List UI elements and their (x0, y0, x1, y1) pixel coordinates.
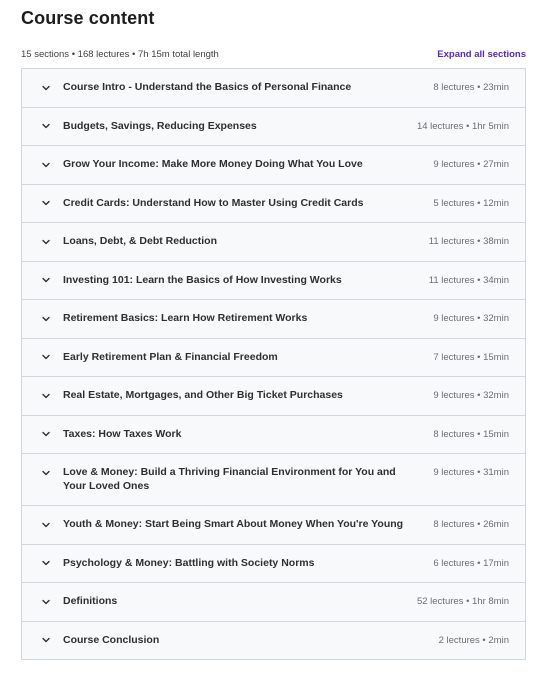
section-title: Definitions (63, 595, 118, 607)
section-title: Budgets, Savings, Reducing Expenses (63, 119, 257, 132)
chevron-down-icon (40, 274, 52, 287)
section-title: Love & Money: Build a Thriving Financial… (63, 466, 396, 492)
expand-all-sections-button[interactable]: Expand all sections (437, 49, 526, 60)
chevron-down-icon (40, 389, 52, 402)
chevron-down-icon (40, 466, 52, 479)
section-title: Psychology & Money: Battling with Societ… (63, 556, 315, 569)
chevron-down-icon (40, 595, 52, 608)
section-info: 8 lectures • 15min (433, 428, 509, 440)
section-info: 11 lectures • 34min (428, 274, 509, 286)
page-title: Course content (21, 8, 155, 28)
section-info: 9 lectures • 32min (433, 390, 509, 401)
section-title: Youth & Money: Start Being Smart About M… (63, 518, 404, 530)
chevron-down-icon (40, 428, 52, 441)
section-info: 14 lectures • 1hr 5min (416, 120, 509, 132)
section-info: 9 lectures • 27min (433, 159, 509, 170)
section-item-10[interactable]: Taxes: How Taxes Work 8 lectures • 15min (22, 415, 525, 454)
chevron-down-icon (40, 634, 52, 647)
section-info: 8 lectures • 23min (433, 82, 509, 93)
course-meta-row: 15 sections • 168 lectures • 7h 15m tota… (21, 45, 526, 63)
sections-list: Course Intro - Understand the Basics of … (21, 68, 526, 660)
section-item-4[interactable]: Credit Cards: Understand How to Master U… (22, 184, 525, 223)
section-info: 6 lectures • 17min (433, 557, 509, 569)
section-info: 9 lectures • 32min (433, 313, 509, 324)
section-info: 7 lectures • 15min (433, 351, 509, 363)
section-info: 2 lectures • 2min (438, 634, 509, 646)
section-title: Retirement Basics: Learn How Retirement … (63, 312, 308, 324)
section-item-8[interactable]: Early Retirement Plan & Financial Freedo… (22, 338, 525, 377)
section-item-14[interactable]: Definitions 52 lectures • 1hr 8min (22, 583, 525, 622)
chevron-down-icon (40, 81, 52, 94)
section-item-11[interactable]: Love & Money: Build a Thriving Financial… (22, 454, 525, 506)
section-item-13[interactable]: Psychology & Money: Battling with Societ… (22, 544, 525, 583)
section-title: Taxes: How Taxes Work (63, 427, 182, 440)
section-info: 11 lectures • 38min (428, 236, 509, 247)
section-info: 8 lectures • 26min (433, 519, 509, 530)
section-item-7[interactable]: Retirement Basics: Learn How Retirement … (22, 300, 525, 339)
chevron-down-icon (40, 557, 52, 570)
section-item-1[interactable]: Course Intro - Understand the Basics of … (22, 69, 525, 108)
section-item-15[interactable]: Course Conclusion 2 lectures • 2min (22, 621, 525, 660)
course-content-panel: Course content 15 sections • 168 lecture… (0, 0, 526, 660)
chevron-down-icon (40, 518, 52, 531)
section-info: 9 lectures • 31min (433, 467, 509, 478)
chevron-down-icon (40, 158, 52, 171)
section-item-9[interactable]: Real Estate, Mortgages, and Other Big Ti… (22, 377, 525, 416)
section-info: 52 lectures • 1hr 8min (416, 596, 509, 607)
section-item-5[interactable]: Loans, Debt, & Debt Reduction 11 lecture… (22, 223, 525, 262)
chevron-down-icon (40, 312, 52, 325)
section-title: Real Estate, Mortgages, and Other Big Ti… (63, 389, 343, 401)
section-title: Grow Your Income: Make More Money Doing … (63, 158, 363, 170)
section-title: Course Intro - Understand the Basics of … (63, 81, 352, 93)
section-item-12[interactable]: Youth & Money: Start Being Smart About M… (22, 506, 525, 545)
section-item-2[interactable]: Budgets, Savings, Reducing Expenses 14 l… (22, 107, 525, 146)
section-title: Course Conclusion (63, 633, 160, 646)
chevron-down-icon (40, 351, 52, 364)
section-title: Credit Cards: Understand How to Master U… (63, 196, 364, 209)
section-title: Investing 101: Learn the Basics of How I… (63, 273, 342, 286)
chevron-down-icon (40, 120, 52, 133)
section-item-3[interactable]: Grow Your Income: Make More Money Doing … (22, 146, 525, 185)
section-title: Loans, Debt, & Debt Reduction (63, 235, 218, 247)
section-title: Early Retirement Plan & Financial Freedo… (63, 350, 278, 363)
course-summary: 15 sections • 168 lectures • 7h 15m tota… (21, 48, 219, 60)
section-item-6[interactable]: Investing 101: Learn the Basics of How I… (22, 261, 525, 300)
chevron-down-icon (40, 235, 52, 248)
section-info: 5 lectures • 12min (433, 197, 509, 209)
chevron-down-icon (40, 197, 52, 210)
